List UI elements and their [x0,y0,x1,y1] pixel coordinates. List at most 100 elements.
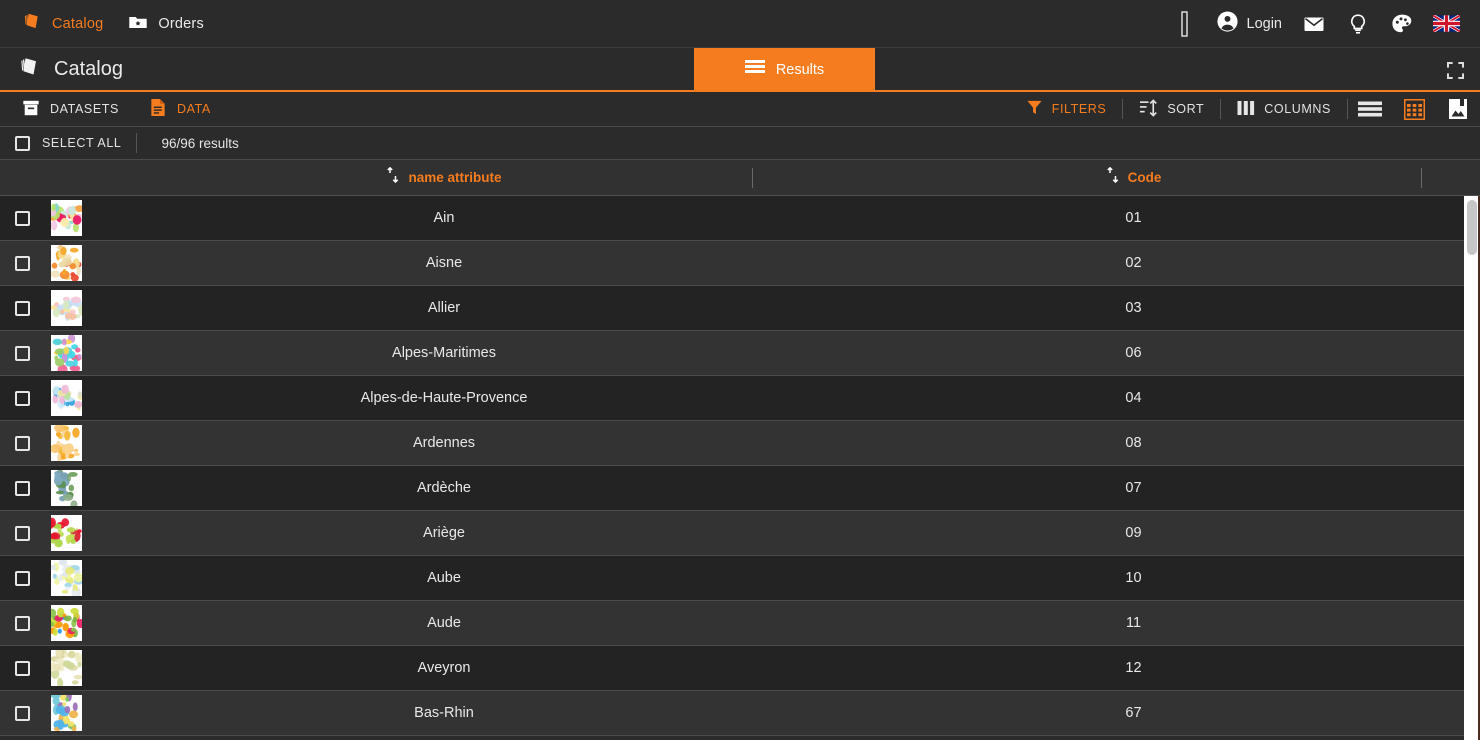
row-name-attribute: Bas-Rhin [414,705,474,721]
map-thumbnail-icon [50,605,82,641]
select-all-control[interactable]: SELECT ALL [0,135,122,151]
row-thumbnail-cell [44,470,88,506]
row-checkbox-cell [0,255,44,271]
row-checkbox[interactable] [14,210,30,226]
row-thumbnail-cell [44,290,88,326]
sort-button[interactable]: SORT [1123,92,1220,127]
nav-item-orders[interactable]: Orders [117,7,214,41]
table-row[interactable]: Bas-Rhin 67 [0,691,1480,736]
tab-datasets[interactable]: DATASETS [10,95,131,124]
column-divider[interactable] [1421,168,1422,188]
column-header-name-attribute-label: name attribute [408,170,502,185]
sort-label: SORT [1167,102,1205,116]
toolbar-actions: FILTERS SORT COLUMNS [1010,92,1480,127]
login-button[interactable]: Login [1206,0,1292,48]
row-checkbox-cell [0,705,44,721]
row-code: 07 [1125,480,1142,496]
select-all-checkbox[interactable] [15,135,30,151]
row-code: 67 [1125,705,1142,721]
row-thumbnail-cell [44,335,88,371]
table-row[interactable]: Aveyron 12 [0,646,1480,691]
row-checkbox[interactable] [14,615,30,631]
filters-button[interactable]: FILTERS [1010,92,1123,127]
row-checkbox-cell [0,660,44,676]
row-checkbox[interactable] [14,345,30,361]
row-checkbox-cell [0,525,44,541]
row-checkbox[interactable] [14,255,30,271]
row-code: 06 [1125,345,1142,361]
tab-data-label: DATA [176,102,211,116]
row-checkbox-cell [0,435,44,451]
row-checkbox-cell [0,615,44,631]
row-name-attribute: Ardèche [416,480,471,496]
card-view-icon[interactable] [1436,92,1480,127]
row-code: 08 [1125,435,1142,451]
uk-flag-icon[interactable] [1424,0,1468,48]
sort-updown-icon [1106,166,1120,188]
row-name-attribute: Aveyron [417,660,471,676]
vertical-bar-icon[interactable] [1162,0,1206,48]
row-code: 02 [1125,255,1142,271]
tab-data[interactable]: DATA [137,94,223,124]
table-row[interactable]: Aisne 02 [0,241,1480,286]
nav-item-orders-label: Orders [158,15,204,32]
row-checkbox-cell [0,300,44,316]
page-title-text: Catalog [54,57,123,80]
table-row[interactable]: Aube 10 [0,556,1480,601]
row-checkbox[interactable] [14,525,30,541]
mail-icon[interactable] [1292,0,1336,48]
account-circle-icon [1216,10,1239,38]
columns-label: COLUMNS [1264,102,1331,116]
map-thumbnail-icon [50,470,82,506]
row-checkbox[interactable] [14,705,30,721]
row-thumbnail-cell [44,695,88,731]
map-thumbnail-icon [50,515,82,551]
table-row[interactable]: Aude 11 [0,601,1480,646]
table-row[interactable]: Ardèche 07 [0,466,1480,511]
columns-button[interactable]: COLUMNS [1221,92,1347,127]
results-count: 96/96 results [161,135,239,151]
table-row[interactable]: Ariège 09 [0,511,1480,556]
top-nav-actions: Login [1162,0,1480,48]
row-thumbnail-cell [44,515,88,551]
row-checkbox[interactable] [14,390,30,406]
row-code: 11 [1125,615,1142,631]
palette-icon[interactable] [1380,0,1424,48]
row-checkbox-cell [0,345,44,361]
row-checkbox[interactable] [14,570,30,586]
row-checkbox[interactable] [14,660,30,676]
table-column-header: name attribute Code [0,160,1480,196]
table-row[interactable]: Ardennes 08 [0,421,1480,466]
row-thumbnail-cell [44,605,88,641]
table-row[interactable]: Alpes-de-Haute-Provence 04 [0,376,1480,421]
row-code: 10 [1125,570,1142,586]
selection-bar: SELECT ALL 96/96 results [0,127,1480,160]
grid-view-icon[interactable] [1392,92,1436,127]
scrollbar-thumb[interactable] [1467,200,1477,255]
list-rows-icon [744,59,765,81]
row-thumbnail-cell [44,560,88,596]
sort-updown-icon [386,166,400,188]
column-divider[interactable] [752,168,753,188]
nav-item-catalog[interactable]: Catalog [12,7,113,40]
table-row[interactable]: Alpes-Maritimes 06 [0,331,1480,376]
row-checkbox-cell [0,390,44,406]
filter-funnel-icon [1026,99,1043,119]
list-view-icon[interactable] [1348,92,1392,127]
table-row[interactable]: Ain 01 [0,196,1480,241]
nav-item-catalog-label: Catalog [52,15,104,32]
column-header-name-attribute[interactable]: name attribute [88,160,800,196]
row-checkbox[interactable] [14,480,30,496]
map-thumbnail-icon [50,290,82,326]
login-label: Login [1246,15,1282,32]
select-all-label: SELECT ALL [42,136,122,150]
map-thumbnail-icon [50,245,82,281]
tab-results[interactable]: Results [694,48,875,92]
column-header-code[interactable]: Code [800,160,1467,196]
lightbulb-icon[interactable] [1336,0,1380,48]
fullscreen-icon[interactable] [1438,48,1472,92]
row-checkbox[interactable] [14,435,30,451]
table-row[interactable]: Allier 03 [0,286,1480,331]
row-checkbox[interactable] [14,300,30,316]
row-name-attribute: Allier [427,300,461,316]
